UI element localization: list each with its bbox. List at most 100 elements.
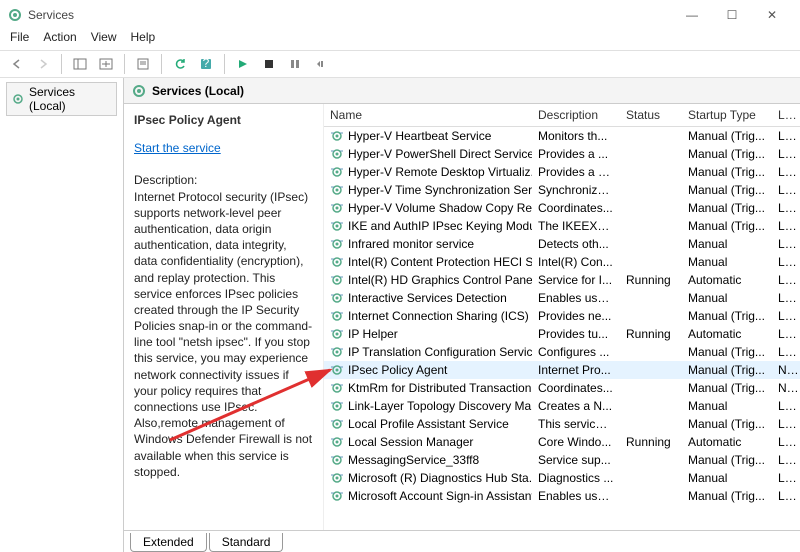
service-name: Hyper-V Volume Shadow Copy Re... [348, 201, 532, 215]
tab-standard[interactable]: Standard [209, 533, 284, 552]
service-status [620, 402, 682, 410]
close-button[interactable]: ✕ [752, 0, 792, 30]
refresh-button[interactable] [169, 53, 191, 75]
properties-button[interactable] [132, 53, 154, 75]
help-button[interactable]: ? [195, 53, 217, 75]
col-header-status[interactable]: Status [620, 104, 682, 126]
toolbar-sep [224, 54, 225, 74]
service-name: IP Helper [348, 327, 398, 341]
service-gear-icon [330, 201, 344, 215]
menubar: File Action View Help [0, 30, 800, 50]
maximize-button[interactable]: ☐ [712, 0, 752, 30]
service-gear-icon [330, 165, 344, 179]
toolbar: ? [0, 50, 800, 78]
service-status: Running [620, 431, 682, 453]
service-name: Internet Connection Sharing (ICS) [348, 309, 529, 323]
service-gear-icon [330, 273, 344, 287]
menu-help[interactable]: Help [131, 30, 156, 50]
service-status [620, 456, 682, 464]
service-status [620, 150, 682, 158]
service-gear-icon [330, 327, 344, 341]
service-name: Microsoft (R) Diagnostics Hub Sta... [348, 471, 532, 485]
col-header-name[interactable]: Name [324, 104, 532, 126]
service-name: Intel(R) HD Graphics Control Panel... [348, 273, 532, 287]
service-status: Running [620, 323, 682, 345]
forward-button[interactable] [32, 53, 54, 75]
export-list-button[interactable] [95, 53, 117, 75]
minimize-button[interactable]: — [672, 0, 712, 30]
service-status [620, 204, 682, 212]
service-name: Interactive Services Detection [348, 291, 507, 305]
service-status [620, 384, 682, 392]
pane-header-title: Services (Local) [152, 84, 244, 98]
service-gear-icon [330, 237, 344, 251]
service-name: Intel(R) Content Protection HECI S... [348, 255, 532, 269]
services-tree-icon [11, 92, 25, 106]
tree-item-services-local[interactable]: Services (Local) [6, 82, 117, 116]
pause-service-button[interactable] [284, 53, 306, 75]
service-status: Running [620, 269, 682, 291]
service-name: Local Profile Assistant Service [348, 417, 509, 431]
service-status [620, 132, 682, 140]
start-service-button[interactable] [232, 53, 254, 75]
description-text: Internet Protocol security (IPsec) suppo… [134, 189, 313, 480]
service-status [620, 240, 682, 248]
svg-text:?: ? [203, 58, 210, 70]
service-gear-icon [330, 435, 344, 449]
service-status [620, 312, 682, 320]
service-name: Infrared monitor service [348, 237, 474, 251]
service-status [620, 492, 682, 500]
service-row[interactable]: Microsoft Account Sign-in AssistantEnabl… [324, 487, 800, 505]
grid-header: Name Description Status Startup Type Log [324, 104, 800, 127]
service-gear-icon [330, 291, 344, 305]
service-description: Enables use... [532, 485, 620, 507]
menu-action[interactable]: Action [43, 30, 76, 50]
service-status [620, 168, 682, 176]
services-list: Name Description Status Startup Type Log… [324, 104, 800, 552]
services-header-icon [132, 84, 146, 98]
service-gear-icon [330, 255, 344, 269]
col-header-startup[interactable]: Startup Type [682, 104, 772, 126]
tab-extended[interactable]: Extended [130, 533, 207, 552]
back-button[interactable] [6, 53, 28, 75]
col-header-description[interactable]: Description [532, 104, 620, 126]
service-gear-icon [330, 399, 344, 413]
service-status [620, 186, 682, 194]
window-title: Services [28, 8, 74, 22]
service-name: Local Session Manager [348, 435, 473, 449]
service-name: Hyper-V Heartbeat Service [348, 129, 491, 143]
col-header-logon[interactable]: Log [772, 104, 800, 126]
menu-view[interactable]: View [91, 30, 117, 50]
service-gear-icon [330, 219, 344, 233]
toolbar-sep [61, 54, 62, 74]
service-status [620, 294, 682, 302]
service-status [620, 474, 682, 482]
service-gear-icon [330, 363, 344, 377]
service-gear-icon [330, 381, 344, 395]
menu-file[interactable]: File [10, 30, 29, 50]
start-service-link[interactable]: Start the service [134, 141, 221, 155]
service-name: IKE and AuthIP IPsec Keying Modu... [348, 219, 532, 233]
service-gear-icon [330, 345, 344, 359]
service-gear-icon [330, 471, 344, 485]
titlebar: Services — ☐ ✕ [0, 0, 800, 30]
description-label: Description: [134, 172, 313, 188]
show-hide-tree-button[interactable] [69, 53, 91, 75]
service-gear-icon [330, 129, 344, 143]
service-status [620, 258, 682, 266]
service-status [620, 366, 682, 374]
service-logon: Loc [772, 485, 800, 507]
service-status [620, 348, 682, 356]
toolbar-sep [124, 54, 125, 74]
restart-service-button[interactable] [310, 53, 332, 75]
pane-header: Services (Local) [124, 78, 800, 104]
view-tabs: Extended Standard [124, 530, 800, 552]
service-name: KtmRm for Distributed Transaction... [348, 381, 532, 395]
right-pane: Services (Local) IPsec Policy Agent Star… [124, 78, 800, 552]
service-gear-icon [330, 183, 344, 197]
service-gear-icon [330, 417, 344, 431]
stop-service-button[interactable] [258, 53, 280, 75]
service-gear-icon [330, 147, 344, 161]
tree-pane: Services (Local) [0, 78, 124, 552]
service-name: Hyper-V PowerShell Direct Service [348, 147, 532, 161]
